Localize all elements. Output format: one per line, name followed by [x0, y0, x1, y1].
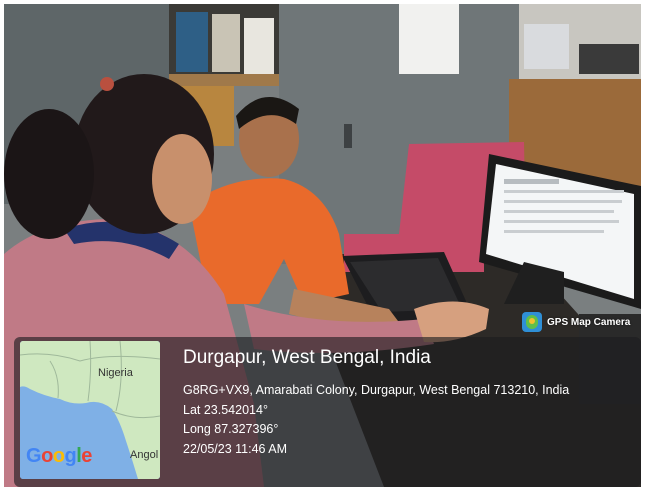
location-info: Durgapur, West Bengal, India G8RG+VX9, A… — [183, 345, 569, 459]
location-latitude: Lat 23.542014° — [183, 402, 268, 417]
location-title: Durgapur, West Bengal, India — [183, 347, 431, 368]
gps-map-camera-icon — [522, 312, 542, 332]
map-label-angola: Angol — [130, 449, 159, 461]
google-logo: Google — [26, 445, 92, 467]
map-label-nigeria: Nigeria — [98, 367, 133, 379]
location-longitude: Long 87.327396° — [183, 422, 279, 436]
gps-map-camera-badge: GPS Map Camera — [522, 311, 630, 333]
location-address: G8RG+VX9, Amarabati Colony, Durgapur, We… — [183, 383, 570, 397]
location-datetime: 22/05/23 11:46 AM — [183, 441, 288, 456]
gps-badge-label: GPS Map Camera — [547, 316, 631, 328]
map-thumbnail: Nigeria Angol Google — [20, 341, 160, 479]
